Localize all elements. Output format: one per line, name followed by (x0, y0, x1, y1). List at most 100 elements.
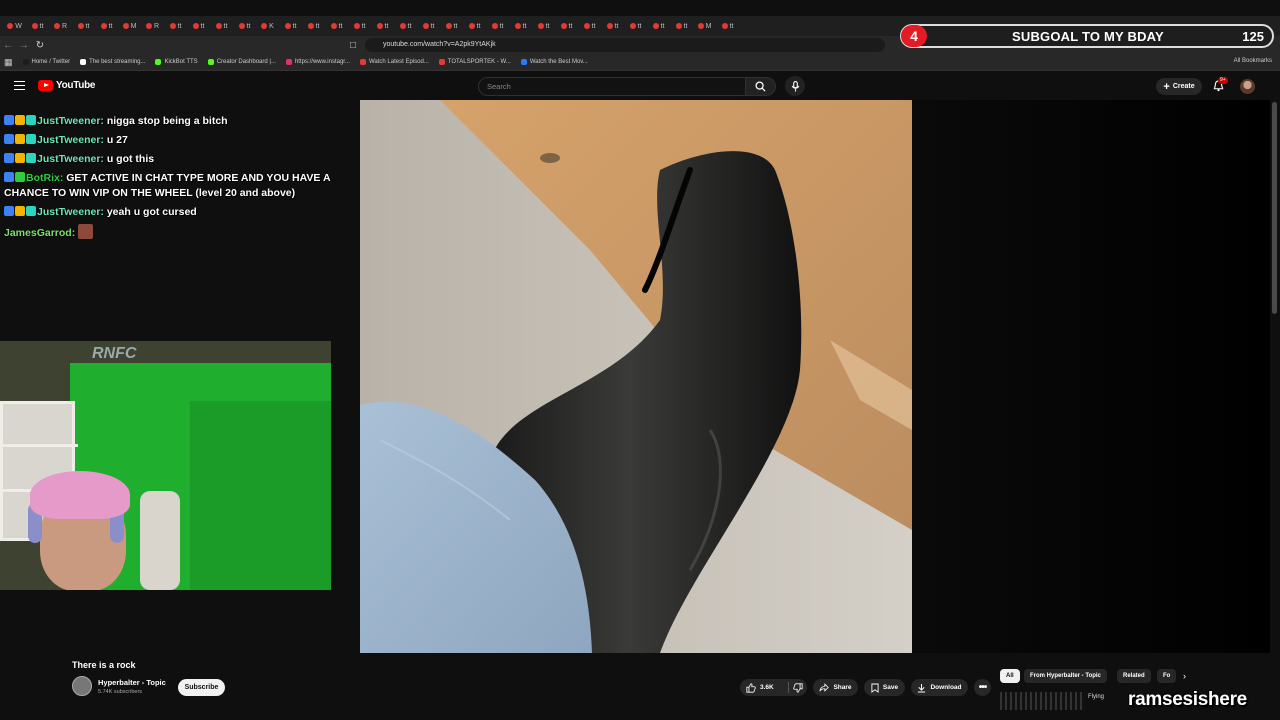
like-count: 3.6K (760, 684, 774, 691)
tab-favicon (330, 23, 337, 29)
share-button[interactable]: Share (813, 679, 858, 696)
page-scrollbar[interactable] (1272, 102, 1277, 314)
chat-username[interactable]: JustTweener (37, 153, 100, 165)
browser-tab[interactable]: tt (441, 19, 462, 33)
tab-label: tt (292, 22, 297, 30)
chat-username[interactable]: JamesGarrod (4, 227, 72, 239)
chevron-right-icon[interactable]: › (1183, 671, 1186, 681)
browser-tab[interactable]: tt (510, 19, 531, 33)
download-icon (918, 683, 926, 693)
apps-icon[interactable]: ▦ (4, 57, 13, 68)
chip-from-channel[interactable]: From Hyperbalter - Topic (1024, 669, 1107, 683)
chip-related[interactable]: Related (1117, 669, 1151, 683)
tab-favicon (491, 23, 498, 29)
tab-label: tt (430, 22, 435, 30)
voice-search-button[interactable] (785, 76, 805, 96)
bookmark-item[interactable]: Creator Dashboard |... (207, 59, 276, 65)
search-input[interactable]: Search (478, 77, 746, 96)
chat-badges (4, 172, 25, 182)
browser-tab[interactable]: tt (418, 19, 439, 33)
browser-tab[interactable]: tt (579, 19, 600, 33)
tab-label: tt (522, 22, 527, 30)
tab-favicon (721, 23, 728, 29)
video-player[interactable] (360, 100, 912, 653)
browser-tab[interactable]: W (4, 19, 25, 33)
tab-label: tt (729, 22, 734, 30)
browser-tab[interactable]: tt (211, 19, 232, 33)
browser-tab[interactable]: tt (464, 19, 485, 33)
browser-tab[interactable]: tt (487, 19, 508, 33)
forward-icon[interactable]: → (16, 40, 32, 51)
browser-tab[interactable]: tt (326, 19, 347, 33)
tab-favicon (353, 23, 360, 29)
chat-username[interactable]: JustTweener (37, 115, 100, 127)
reload-icon[interactable]: ↻ (32, 40, 48, 51)
create-button[interactable]: + Create (1156, 78, 1202, 95)
bot-badge-icon (15, 172, 25, 182)
hamburger-menu-icon[interactable] (14, 81, 25, 90)
more-actions-button[interactable]: ••• (974, 679, 991, 696)
browser-tab[interactable]: tt (27, 19, 48, 33)
tab-label: tt (545, 22, 550, 30)
all-bookmarks-button[interactable]: All Bookmarks (1234, 58, 1272, 64)
browser-tab[interactable]: R (142, 19, 163, 33)
save-button[interactable]: Save (864, 679, 905, 696)
browser-tab[interactable]: tt (625, 19, 646, 33)
subscribe-button[interactable]: Subscribe (178, 679, 225, 696)
browser-tab[interactable]: tt (349, 19, 370, 33)
youtube-logo[interactable]: YouTube (38, 80, 96, 91)
address-bar[interactable]: youtube.com/watch?v=A2pk9YtAKjk (365, 38, 885, 52)
tab-favicon (169, 23, 176, 29)
bookmark-item[interactable]: TOTALSPORTEK - W... (438, 59, 511, 65)
browser-tab[interactable]: tt (602, 19, 623, 33)
bookmark-item[interactable]: Home / Twitter (22, 59, 70, 65)
account-avatar[interactable] (1240, 79, 1255, 94)
bookmark-item[interactable]: The best streaming... (80, 59, 145, 65)
bookmark-item[interactable]: https://www.instagr... (285, 59, 350, 65)
webcam-feed: RNFC (0, 341, 331, 590)
bookmark-item[interactable]: Watch Latest Episod... (359, 59, 429, 65)
browser-tab[interactable]: tt (671, 19, 692, 33)
recommended-title[interactable]: Flying (1088, 694, 1104, 700)
dislike-button[interactable] (789, 679, 807, 696)
tab-label: K (269, 22, 274, 30)
tab-favicon (31, 23, 38, 29)
browser-tab[interactable]: tt (188, 19, 209, 33)
chat-username[interactable]: JustTweener (37, 134, 100, 146)
browser-tab[interactable]: tt (73, 19, 94, 33)
browser-tab[interactable]: tt (395, 19, 416, 33)
badge-icon (4, 134, 14, 144)
download-button[interactable]: Download (911, 679, 968, 696)
chip-more[interactable]: Fo (1157, 669, 1177, 683)
browser-tab[interactable]: tt (96, 19, 117, 33)
bookmark-item[interactable]: KickBot TTS (155, 59, 198, 65)
bookmark-star-icon[interactable]: □ (345, 40, 361, 51)
browser-tab[interactable]: tt (648, 19, 669, 33)
browser-tab[interactable]: tt (280, 19, 301, 33)
browser-tab[interactable]: M (694, 19, 715, 33)
chip-all[interactable]: All (1000, 669, 1020, 683)
browser-tab[interactable]: R (50, 19, 71, 33)
bookmark-item[interactable]: Watch the Best Mov... (520, 59, 588, 65)
browser-tab[interactable]: tt (165, 19, 186, 33)
chat-username[interactable]: JustTweener (37, 206, 100, 218)
chat-message: JustTweener: yeah u got cursed (4, 205, 349, 220)
recommended-thumbnail[interactable] (1000, 692, 1085, 710)
browser-tab[interactable]: M (119, 19, 140, 33)
browser-tab[interactable]: tt (372, 19, 393, 33)
chat-text: u 27 (106, 134, 128, 146)
browser-tab[interactable]: tt (533, 19, 554, 33)
search-button[interactable] (746, 77, 776, 96)
channel-name[interactable]: Hyperbalter - Topic (98, 678, 166, 687)
browser-tab[interactable]: tt (303, 19, 324, 33)
channel-avatar[interactable] (72, 676, 92, 696)
browser-tab[interactable]: tt (556, 19, 577, 33)
chat-badges (4, 153, 36, 163)
browser-tab[interactable]: tt (717, 19, 738, 33)
back-icon[interactable]: ← (0, 40, 16, 51)
chat-username[interactable]: BotRix (26, 172, 60, 184)
microphone-icon (791, 80, 799, 91)
browser-tab[interactable]: K (257, 19, 278, 33)
tab-favicon (307, 23, 314, 29)
browser-tab[interactable]: tt (234, 19, 255, 33)
